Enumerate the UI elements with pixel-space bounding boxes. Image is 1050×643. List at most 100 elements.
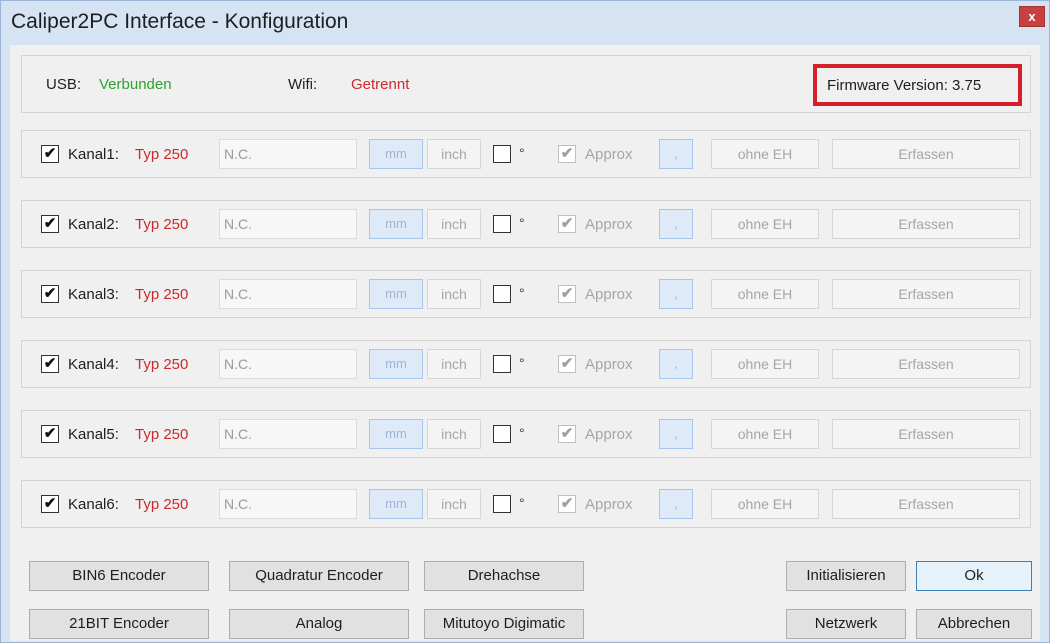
approx-checkbox[interactable]: ✔ xyxy=(558,495,576,513)
channel-row: ✔ Kanal2: Typ 250 N.C. mm inch ° ✔ Approx, ohne E… xyxy=(21,200,1031,248)
ohne-eh-button[interactable]: ohne EH xyxy=(711,139,819,169)
erfassen-button[interactable]: Erfassen xyxy=(832,349,1020,379)
channel-value-field[interactable]: N.C. xyxy=(219,279,357,309)
ohne-eh-button[interactable]: ohne EH xyxy=(711,419,819,449)
usb-label: USB: xyxy=(46,76,82,93)
21bit-encoder-button[interactable]: 21BIT Encoder xyxy=(29,609,209,639)
erfassen-button[interactable]: Erfassen xyxy=(832,489,1020,519)
channel-type: Typ 250 xyxy=(135,286,189,303)
approx-checkbox[interactable]: ✔ xyxy=(558,425,576,443)
erfassen-button[interactable]: Erfassen xyxy=(832,279,1020,309)
approx-label: Approx xyxy=(585,356,633,373)
degree-symbol: ° xyxy=(519,145,525,161)
degree-checkbox[interactable] xyxy=(493,285,511,303)
unit-inch-button[interactable]: inch xyxy=(427,349,481,379)
usb-status: Verbunden xyxy=(99,76,172,93)
ohne-eh-button[interactable]: ohne EH xyxy=(711,349,819,379)
unit-mm-button[interactable]: mm xyxy=(369,489,423,519)
channel-row: ✔ Kanal1: Typ 250 N.C. mm inch ° ✔ Approx, ohne E… xyxy=(21,130,1031,178)
bin6-encoder-button[interactable]: BIN6 Encoder xyxy=(29,561,209,591)
channel-enable-checkbox[interactable]: ✔ xyxy=(41,145,59,163)
ok-button[interactable]: Ok xyxy=(916,561,1032,591)
status-group: USB: Verbunden Wifi: Getrennt Firmware V… xyxy=(21,55,1031,113)
unit-mm-button[interactable]: mm xyxy=(369,139,423,169)
approx-checkbox[interactable]: ✔ xyxy=(558,355,576,373)
channel-enable-checkbox[interactable]: ✔ xyxy=(41,355,59,373)
approx-label: Approx xyxy=(585,286,633,303)
analog-button[interactable]: Analog xyxy=(229,609,409,639)
netzwerk-button[interactable]: Netzwerk xyxy=(786,609,906,639)
firmware-highlight: Firmware Version: 3.75 xyxy=(813,64,1022,106)
decimal-separator-button[interactable]: , xyxy=(659,349,693,379)
approx-label: Approx xyxy=(585,426,633,443)
unit-mm-button[interactable]: mm xyxy=(369,209,423,239)
channel-label: Kanal4: xyxy=(68,356,119,373)
close-button[interactable]: x xyxy=(1019,6,1045,27)
erfassen-button[interactable]: Erfassen xyxy=(832,419,1020,449)
initialisieren-button[interactable]: Initialisieren xyxy=(786,561,906,591)
unit-inch-button[interactable]: inch xyxy=(427,279,481,309)
degree-symbol: ° xyxy=(519,425,525,441)
channel-value-field[interactable]: N.C. xyxy=(219,139,357,169)
title-bar[interactable]: Caliper2PC Interface - Konfiguration x xyxy=(1,1,1049,41)
client-area: USB: Verbunden Wifi: Getrennt Firmware V… xyxy=(10,45,1040,641)
unit-mm-button[interactable]: mm xyxy=(369,349,423,379)
unit-inch-button[interactable]: inch xyxy=(427,209,481,239)
approx-label: Approx xyxy=(585,216,633,233)
degree-checkbox[interactable] xyxy=(493,425,511,443)
channel-enable-checkbox[interactable]: ✔ xyxy=(41,425,59,443)
wifi-status: Getrennt xyxy=(351,76,410,93)
channel-type: Typ 250 xyxy=(135,356,189,373)
window-title: Caliper2PC Interface - Konfiguration xyxy=(11,10,349,33)
degree-checkbox[interactable] xyxy=(493,495,511,513)
channel-label: Kanal5: xyxy=(68,426,119,443)
channel-enable-checkbox[interactable]: ✔ xyxy=(41,215,59,233)
abbrechen-button[interactable]: Abbrechen xyxy=(916,609,1032,639)
ohne-eh-button[interactable]: ohne EH xyxy=(711,489,819,519)
unit-inch-button[interactable]: inch xyxy=(427,489,481,519)
quadratur-encoder-button[interactable]: Quadratur Encoder xyxy=(229,561,409,591)
channel-label: Kanal3: xyxy=(68,286,119,303)
channel-type: Typ 250 xyxy=(135,426,189,443)
erfassen-button[interactable]: Erfassen xyxy=(832,209,1020,239)
drehachse-button[interactable]: Drehachse xyxy=(424,561,584,591)
decimal-separator-button[interactable]: , xyxy=(659,209,693,239)
degree-checkbox[interactable] xyxy=(493,355,511,373)
degree-checkbox[interactable] xyxy=(493,145,511,163)
decimal-separator-button[interactable]: , xyxy=(659,419,693,449)
decimal-separator-button[interactable]: , xyxy=(659,139,693,169)
unit-inch-button[interactable]: inch xyxy=(427,139,481,169)
channel-label: Kanal1: xyxy=(68,146,119,163)
channel-row: ✔ Kanal3: Typ 250 N.C. mm inch ° ✔ Approx, ohne E… xyxy=(21,270,1031,318)
mitutoyo-digimatic-button[interactable]: Mitutoyo Digimatic xyxy=(424,609,584,639)
degree-symbol: ° xyxy=(519,495,525,511)
channel-row: ✔ Kanal4: Typ 250 N.C. mm inch ° ✔ Approx, ohne E… xyxy=(21,340,1031,388)
decimal-separator-button[interactable]: , xyxy=(659,279,693,309)
channel-label: Kanal2: xyxy=(68,216,119,233)
firmware-version: Firmware Version: 3.75 xyxy=(827,77,982,94)
channel-value-field[interactable]: N.C. xyxy=(219,489,357,519)
decimal-separator-button[interactable]: , xyxy=(659,489,693,519)
approx-checkbox[interactable]: ✔ xyxy=(558,145,576,163)
approx-checkbox[interactable]: ✔ xyxy=(558,285,576,303)
channel-type: Typ 250 xyxy=(135,216,189,233)
degree-checkbox[interactable] xyxy=(493,215,511,233)
ohne-eh-button[interactable]: ohne EH xyxy=(711,279,819,309)
ohne-eh-button[interactable]: ohne EH xyxy=(711,209,819,239)
channel-label: Kanal6: xyxy=(68,496,119,513)
unit-inch-button[interactable]: inch xyxy=(427,419,481,449)
erfassen-button[interactable]: Erfassen xyxy=(832,139,1020,169)
channel-value-field[interactable]: N.C. xyxy=(219,419,357,449)
approx-checkbox[interactable]: ✔ xyxy=(558,215,576,233)
channel-type: Typ 250 xyxy=(135,146,189,163)
channel-enable-checkbox[interactable]: ✔ xyxy=(41,495,59,513)
channel-enable-checkbox[interactable]: ✔ xyxy=(41,285,59,303)
approx-label: Approx xyxy=(585,496,633,513)
degree-symbol: ° xyxy=(519,355,525,371)
degree-symbol: ° xyxy=(519,285,525,301)
unit-mm-button[interactable]: mm xyxy=(369,419,423,449)
unit-mm-button[interactable]: mm xyxy=(369,279,423,309)
channel-value-field[interactable]: N.C. xyxy=(219,349,357,379)
channel-value-field[interactable]: N.C. xyxy=(219,209,357,239)
approx-label: Approx xyxy=(585,146,633,163)
